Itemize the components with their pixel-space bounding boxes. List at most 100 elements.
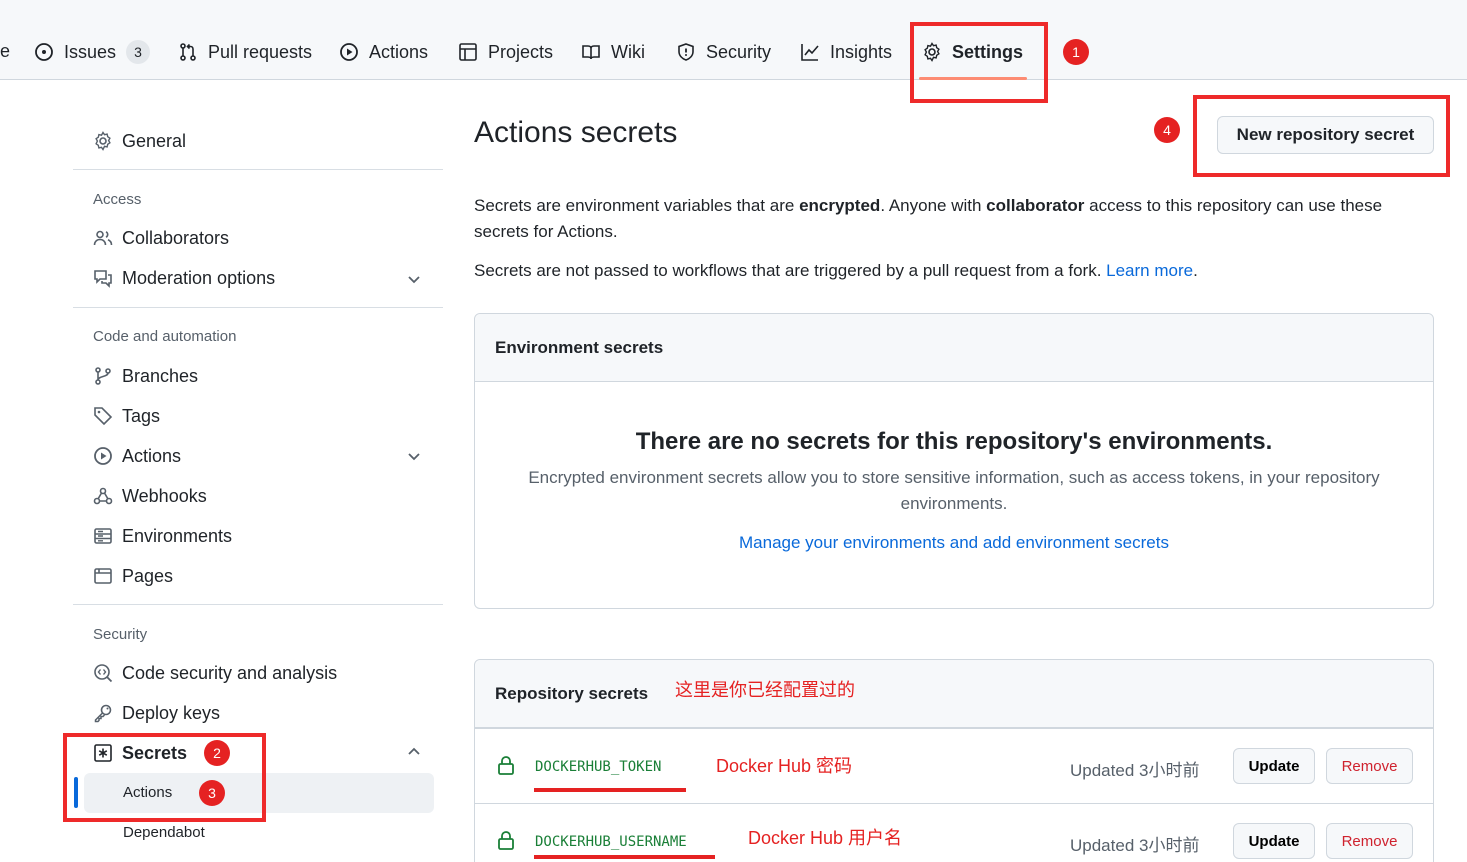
annotation-underline bbox=[534, 788, 686, 792]
annotation-badge: 2 bbox=[204, 740, 230, 766]
tag-icon bbox=[94, 407, 113, 426]
sidebar-item-deploy-keys[interactable]: Deploy keys bbox=[93, 698, 220, 728]
remove-secret-button[interactable]: Remove bbox=[1326, 748, 1413, 784]
learn-more-link[interactable]: Learn more bbox=[1106, 261, 1193, 280]
sidebar-item-label: Moderation options bbox=[122, 267, 276, 288]
secret-name: DOCKERHUB_TOKEN bbox=[535, 759, 662, 775]
secrets-description: Secrets are environment variables that a… bbox=[474, 196, 1383, 241]
issue-icon bbox=[35, 43, 53, 61]
tab-label: Actions bbox=[369, 41, 429, 62]
people-icon bbox=[93, 230, 113, 246]
annotation-note: Docker Hub 用户名 bbox=[748, 828, 903, 848]
table-row: DOCKERHUB_USERNAME Updated 3小时前 Update R… bbox=[475, 803, 1433, 862]
environment-secrets-header: Environment secrets bbox=[475, 314, 1433, 382]
sidebar-item-environments[interactable]: Environments bbox=[93, 521, 232, 551]
branch-icon bbox=[95, 367, 111, 385]
sidebar-item-general[interactable]: General bbox=[93, 126, 186, 156]
sidebar-item-pages[interactable]: Pages bbox=[93, 561, 173, 591]
blankslate-title: There are no secrets for this repository… bbox=[635, 428, 1273, 455]
remove-secret-button[interactable]: Remove bbox=[1326, 823, 1413, 859]
sidebar-heading-code-automation: Code and automation bbox=[93, 328, 237, 345]
sidebar-item-tags[interactable]: Tags bbox=[93, 401, 160, 431]
tab-label: Projects bbox=[488, 41, 554, 62]
lock-icon bbox=[498, 831, 514, 850]
gear-icon bbox=[95, 131, 111, 151]
shield-icon bbox=[678, 43, 694, 61]
sidebar-heading-access: Access bbox=[93, 191, 142, 208]
secret-updated-time: Updated 3小时前 bbox=[1070, 761, 1200, 780]
comment-discussion-icon bbox=[94, 270, 112, 288]
tab-label: Insights bbox=[830, 41, 893, 62]
tab-label: Security bbox=[706, 41, 772, 62]
update-secret-button[interactable]: Update bbox=[1233, 823, 1315, 859]
chevron-up-icon[interactable] bbox=[406, 744, 422, 760]
sidebar-item-label: Tags bbox=[122, 405, 161, 426]
secret-updated-time: Updated 3小时前 bbox=[1070, 836, 1200, 855]
graph-icon bbox=[801, 44, 819, 61]
repository-secrets-header: Repository secrets bbox=[475, 660, 1433, 728]
annotation-badge: 1 bbox=[1063, 39, 1089, 65]
sidebar-item-label: Environments bbox=[122, 525, 233, 546]
codescan-icon bbox=[94, 664, 113, 683]
annotation-badge: 4 bbox=[1154, 117, 1180, 143]
annotation-box-settings bbox=[910, 22, 1048, 103]
sidebar-divider bbox=[73, 307, 443, 308]
sidebar-item-label: General bbox=[122, 130, 187, 151]
tab-projects[interactable]: Projects bbox=[458, 36, 553, 68]
pull-request-icon bbox=[180, 43, 196, 61]
tab-label: Pull requests bbox=[208, 41, 313, 62]
annotation-box-new-secret bbox=[1193, 95, 1450, 177]
manage-environments-link[interactable]: Manage your environments and add environ… bbox=[475, 533, 1433, 553]
chevron-down-icon[interactable] bbox=[406, 271, 422, 287]
tab-insights[interactable]: Insights bbox=[800, 36, 892, 68]
sidebar-item-label: Webhooks bbox=[122, 485, 207, 506]
tab-label: Issues bbox=[64, 41, 117, 62]
sidebar-item-webhooks[interactable]: Webhooks bbox=[93, 481, 207, 511]
update-secret-button[interactable]: Update bbox=[1233, 748, 1315, 784]
browser-icon bbox=[94, 568, 112, 584]
tab-issues[interactable]: Issues 3 bbox=[34, 36, 151, 68]
fork-notice: Secrets are not passed to workflows that… bbox=[474, 261, 1198, 280]
table-icon bbox=[459, 43, 477, 61]
annotation-note: Docker Hub 密码 bbox=[716, 756, 853, 776]
key-icon bbox=[94, 704, 112, 723]
sidebar-item-code-security[interactable]: Code security and analysis bbox=[93, 658, 337, 688]
tab-security[interactable]: Security bbox=[676, 36, 771, 68]
play-icon bbox=[340, 43, 358, 61]
issues-count-badge: 3 bbox=[126, 40, 151, 64]
sidebar-item-moderation-options[interactable]: Moderation options bbox=[93, 263, 275, 293]
annotation-underline bbox=[534, 855, 715, 859]
annotation-badge: 3 bbox=[199, 780, 225, 806]
sidebar-item-collaborators[interactable]: Collaborators bbox=[93, 223, 229, 253]
chevron-down-icon[interactable] bbox=[406, 448, 422, 464]
blankslate-description: Encrypted environment secrets allow you … bbox=[528, 468, 1380, 513]
sidebar-item-label: Branches bbox=[122, 365, 199, 386]
truncated-tab[interactable]: e bbox=[0, 41, 10, 62]
sidebar-item-branches[interactable]: Branches bbox=[93, 361, 198, 391]
tab-wiki[interactable]: Wiki bbox=[581, 36, 645, 68]
sidebar-item-label: Code security and analysis bbox=[122, 662, 338, 683]
page-title: Actions secrets bbox=[474, 116, 678, 149]
tab-pull-requests[interactable]: Pull requests bbox=[178, 36, 312, 68]
sidebar-item-label: Collaborators bbox=[122, 227, 230, 248]
play-icon bbox=[94, 447, 112, 465]
sidebar-heading-security: Security bbox=[93, 626, 148, 643]
repo-nav: e Issues 3 Pull requests Actions Project… bbox=[0, 0, 1467, 80]
environment-secrets-box: Environment secrets There are no secrets… bbox=[474, 313, 1434, 609]
sidebar-subitem-secrets-dependabot[interactable]: Dependabot bbox=[123, 824, 205, 841]
sidebar-divider bbox=[73, 604, 443, 605]
sidebar-item-label: Actions bbox=[122, 445, 182, 466]
book-icon bbox=[582, 45, 600, 60]
lock-icon bbox=[498, 756, 514, 775]
annotation-note: 这里是你已经配置过的 bbox=[675, 680, 855, 700]
tab-actions[interactable]: Actions bbox=[339, 36, 428, 68]
sidebar-item-actions[interactable]: Actions bbox=[93, 441, 181, 471]
sidebar-item-label: Deploy keys bbox=[122, 702, 221, 723]
webhook-icon bbox=[93, 487, 113, 505]
server-icon bbox=[94, 528, 112, 544]
sidebar-item-label: Pages bbox=[122, 565, 174, 586]
secret-name: DOCKERHUB_USERNAME bbox=[535, 834, 687, 850]
annotation-box-secrets bbox=[63, 733, 266, 822]
sidebar-divider bbox=[73, 169, 443, 170]
tab-label: Wiki bbox=[611, 41, 645, 62]
